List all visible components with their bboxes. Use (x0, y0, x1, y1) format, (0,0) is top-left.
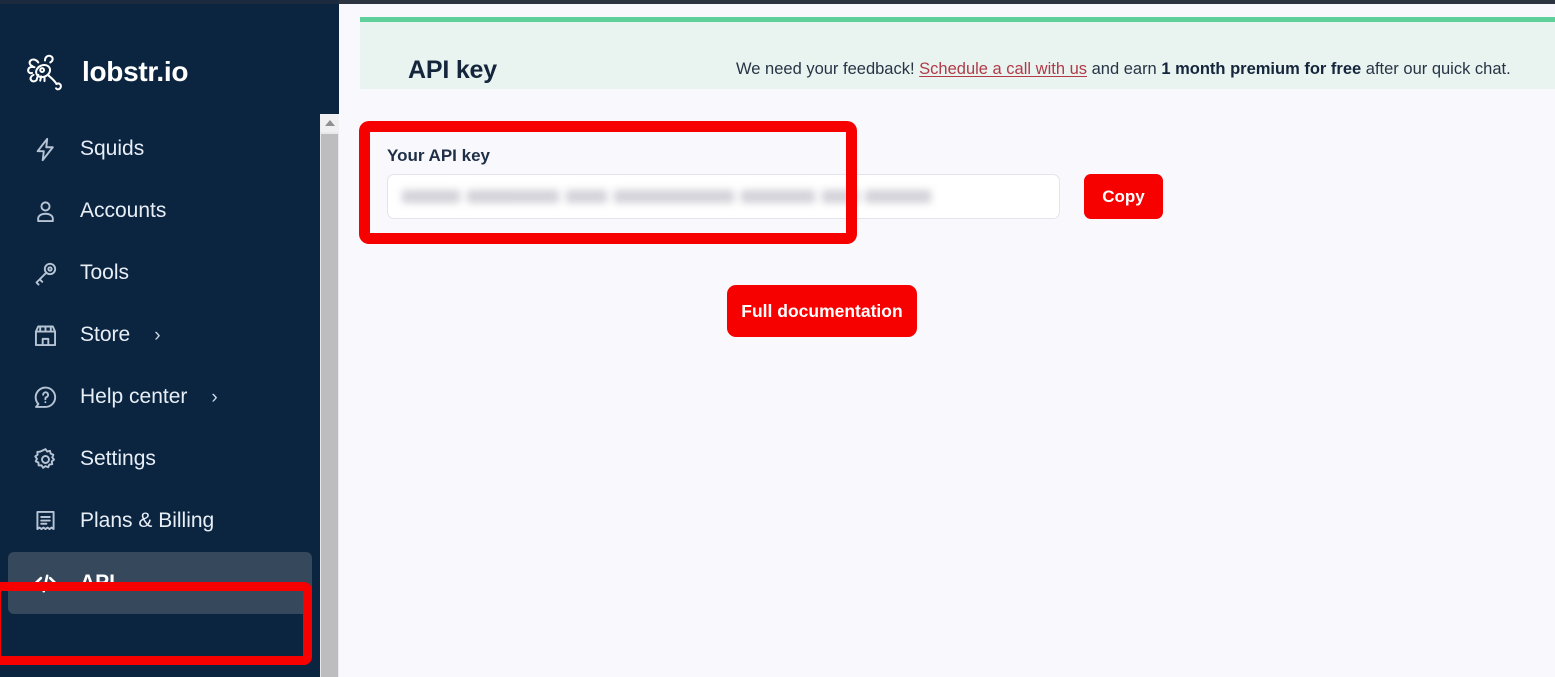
full-documentation-button[interactable]: Full documentation (727, 285, 917, 337)
schedule-call-link[interactable]: Schedule a call with us (919, 60, 1087, 78)
chevron-right-icon: › (154, 324, 161, 346)
sidebar-item-label: Store (80, 323, 131, 346)
key-icon (30, 258, 60, 288)
copy-button[interactable]: Copy (1084, 174, 1163, 219)
user-icon (30, 196, 60, 226)
brand-name: lobstr.io (82, 56, 189, 87)
scrollbar-up-button[interactable] (320, 114, 339, 132)
scrollbar-top-gap (320, 4, 339, 114)
sidebar-item-label: Squids (80, 137, 145, 160)
sidebar-item-label: Help center (80, 385, 188, 408)
question-bubble-icon (30, 382, 60, 412)
feedback-banner: API key We need your feedback! Schedule … (360, 17, 1555, 89)
banner-message-offer: 1 month premium for free (1161, 60, 1362, 78)
sidebar-item-tools[interactable]: Tools (8, 242, 312, 304)
code-brackets-icon (30, 568, 60, 598)
brand[interactable]: lobstr.io (0, 4, 320, 112)
lightning-bolt-icon (30, 134, 60, 164)
banner-message-middle: and earn (1087, 60, 1162, 78)
sidebar-item-settings[interactable]: Settings (8, 428, 312, 490)
banner-message-suffix: after our quick chat. (1361, 60, 1511, 78)
sidebar-item-help-center[interactable]: Help center › (8, 366, 312, 428)
sidebar-scrollbar[interactable] (320, 4, 339, 677)
sidebar-item-store[interactable]: Store › (8, 304, 312, 366)
api-key-value-redacted (402, 190, 931, 203)
sidebar-item-api[interactable]: API (8, 552, 312, 614)
lobster-icon (22, 49, 68, 95)
sidebar-item-label: Settings (80, 447, 156, 470)
feedback-banner-message: We need your feedback! Schedule a call w… (736, 60, 1511, 79)
scrollbar-thumb[interactable] (321, 134, 338, 677)
banner-message-prefix: We need your feedback! (736, 60, 920, 78)
receipt-icon (30, 506, 60, 536)
sidebar-nav: Squids Accounts Tools Store › Help cente… (0, 112, 320, 614)
api-key-card: Your API key Copy (387, 128, 1407, 224)
sidebar-item-label: Tools (80, 261, 130, 284)
sidebar-item-accounts[interactable]: Accounts (8, 180, 312, 242)
api-key-label: Your API key (387, 146, 490, 165)
chevron-right-icon: › (211, 386, 218, 408)
sidebar-item-label: Plans & Billing (80, 509, 215, 532)
store-icon (30, 320, 60, 350)
sidebar-item-plans-billing[interactable]: Plans & Billing (8, 490, 312, 552)
page-title: API key (408, 56, 497, 84)
chevron-up-icon (324, 120, 335, 126)
api-key-row: Copy (387, 174, 1163, 219)
app-window: lobstr.io Squids Accounts Tools Store › … (0, 0, 1555, 677)
sidebar: lobstr.io Squids Accounts Tools Store › … (0, 4, 320, 677)
sidebar-item-label: Accounts (80, 199, 167, 222)
sidebar-item-squids[interactable]: Squids (8, 118, 312, 180)
main-content: API key We need your feedback! Schedule … (339, 4, 1555, 677)
gear-icon (30, 444, 60, 474)
api-key-input[interactable] (387, 174, 1060, 219)
sidebar-item-label: API (80, 571, 116, 594)
